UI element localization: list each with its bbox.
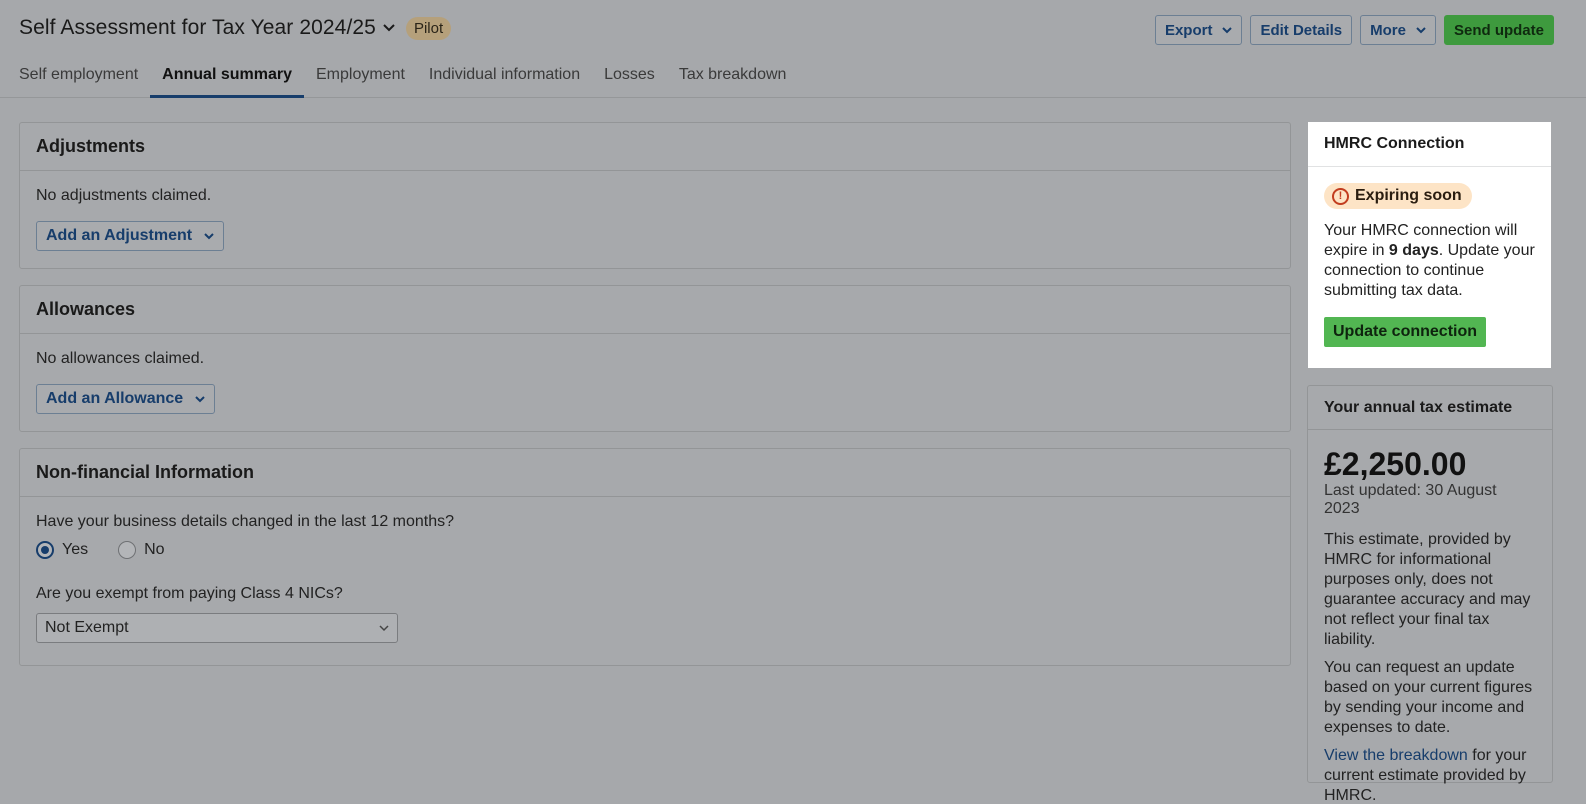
more-button[interactable]: More	[1360, 15, 1436, 45]
radio-no[interactable]: No	[118, 541, 165, 559]
allowances-empty-text: No allowances claimed.	[36, 350, 205, 367]
adjustments-empty-text: No adjustments claimed.	[36, 187, 212, 204]
radio-no-indicator[interactable]	[118, 541, 137, 559]
tab-employment[interactable]: Employment	[316, 66, 405, 98]
adjustments-title: Adjustments	[20, 123, 1290, 171]
business-changed-question: Have your business details changed in th…	[36, 513, 455, 530]
non-financial-title: Non-financial Information	[20, 449, 1290, 497]
send-update-button[interactable]: Send update	[1443, 15, 1554, 45]
edit-details-label: Edit Details	[1260, 21, 1343, 39]
non-financial-card: Non-financial Information Have your busi…	[19, 448, 1291, 666]
chevron-down-icon	[195, 396, 205, 403]
add-adjustment-button[interactable]: Add an Adjustment	[36, 221, 225, 251]
expiring-soon-label: Expiring soon	[1355, 187, 1462, 204]
chevron-down-icon	[379, 625, 389, 632]
exclamation-circle-icon: !	[1332, 187, 1349, 205]
chevron-down-icon	[1416, 27, 1426, 34]
hmrc-connection-message: Your HMRC connection will expire in 9 da…	[1324, 221, 1535, 301]
add-adjustment-label: Add an Adjustment	[46, 227, 193, 244]
edit-details-button[interactable]: Edit Details	[1250, 15, 1353, 45]
class4-exempt-select[interactable]: Not Exempt	[36, 613, 398, 643]
tax-estimate-amount: £2,250.00	[1324, 446, 1467, 482]
adjustments-card: Adjustments No adjustments claimed. Add …	[19, 122, 1291, 269]
allowances-title: Allowances	[20, 286, 1290, 334]
page-title: Self Assessment for Tax Year 2024/25	[19, 16, 376, 39]
tax-estimate-updated: Last updated: 30 August 2023	[1324, 482, 1497, 517]
estimate-update-info: You can request an update based on your …	[1324, 659, 1533, 736]
export-label: Export	[1164, 21, 1213, 39]
estimate-breakdown-info: View the breakdown for your current esti…	[1324, 746, 1536, 804]
chevron-down-icon	[1222, 27, 1233, 34]
class4-exempt-value: Not Exempt	[45, 619, 129, 636]
class4-exempt-question: Are you exempt from paying Class 4 NICs?	[36, 585, 343, 602]
title-row: Self Assessment for Tax Year 2024/25 Pil…	[19, 16, 452, 40]
business-changed-radio-group: Yes No	[36, 541, 1274, 559]
hmrc-connection-panel: HMRC Connection ! Expiring soon Your HMR…	[1308, 122, 1551, 368]
tab-annual-summary[interactable]: Annual summary	[150, 66, 304, 98]
pilot-badge: Pilot	[405, 16, 452, 40]
allowances-card: Allowances No allowances claimed. Add an…	[19, 285, 1291, 432]
radio-yes-label: Yes	[62, 541, 89, 558]
estimate-disclaimer: This estimate, provided by HMRC for info…	[1324, 531, 1531, 648]
tab-losses[interactable]: Losses	[604, 66, 655, 98]
tab-tax-breakdown[interactable]: Tax breakdown	[679, 66, 787, 98]
expiring-soon-badge: ! Expiring soon	[1324, 183, 1472, 209]
tax-estimate-title: Your annual tax estimate	[1308, 386, 1552, 430]
tax-estimate-panel: Your annual tax estimate £2,250.00 Last …	[1307, 385, 1553, 804]
update-connection-button[interactable]: Update connection	[1324, 317, 1487, 347]
add-allowance-label: Add an Allowance	[46, 390, 184, 407]
radio-no-label: No	[144, 541, 165, 558]
hmrc-days-remaining: 9 days	[1388, 242, 1439, 259]
radio-yes-indicator[interactable]	[36, 541, 54, 559]
hmrc-connection-title: HMRC Connection	[1308, 122, 1551, 167]
radio-yes[interactable]: Yes	[36, 541, 88, 559]
page-header: Self Assessment for Tax Year 2024/25 Pil…	[0, 0, 1586, 98]
header-actions: Export Edit Details More Send update	[1154, 15, 1554, 45]
chevron-down-icon	[204, 233, 214, 240]
send-update-label: Send update	[1453, 21, 1544, 39]
chevron-down-icon[interactable]	[382, 21, 396, 35]
view-breakdown-link[interactable]: View the breakdown	[1324, 747, 1468, 764]
tab-individual-information[interactable]: Individual information	[429, 66, 580, 98]
tab-bar: Self employment Annual summary Employmen…	[19, 66, 810, 98]
add-allowance-button[interactable]: Add an Allowance	[36, 384, 216, 414]
more-label: More	[1370, 21, 1406, 39]
export-button[interactable]: Export	[1154, 15, 1243, 45]
tab-self-employment[interactable]: Self employment	[19, 66, 138, 98]
